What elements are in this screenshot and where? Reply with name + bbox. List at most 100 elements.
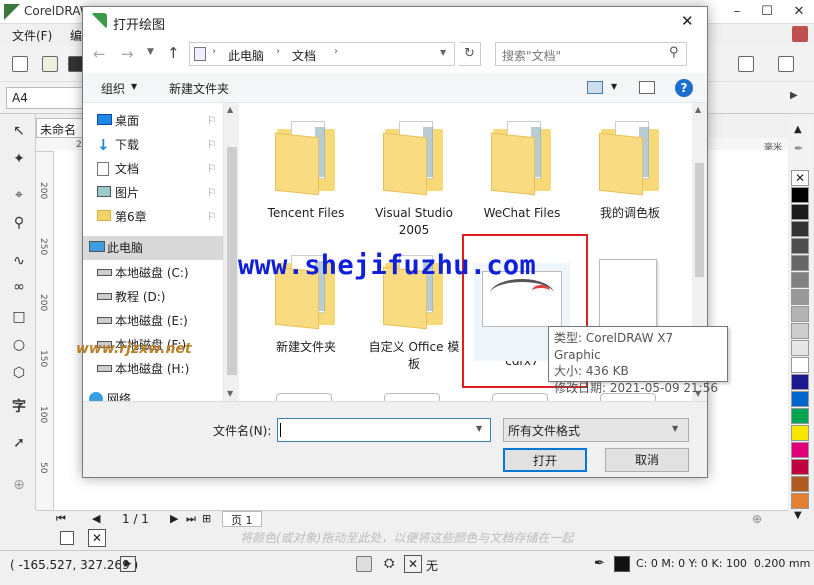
file-scroll-thumb[interactable] <box>695 163 704 277</box>
palette-eyedropper-icon[interactable]: ✒ <box>794 142 803 155</box>
palette-swatch[interactable] <box>791 357 809 373</box>
filename-dropdown-icon[interactable]: ▼ <box>476 424 482 433</box>
nav-item[interactable]: 本地磁盘 (C:) <box>83 261 223 285</box>
app-close-button[interactable]: ✕ <box>784 2 814 22</box>
page-tab[interactable]: 页 1 <box>222 511 262 527</box>
file-scroll-up-icon[interactable]: ▲ <box>695 105 701 114</box>
artistic-media-icon[interactable]: ∞ <box>8 276 30 298</box>
organize-dropdown-icon[interactable]: ▼ <box>131 82 137 91</box>
nav-scrollbar[interactable]: ▲ ▼ <box>223 103 239 401</box>
crop-tool-icon[interactable]: ⌖ <box>8 184 30 206</box>
zoom-fit-icon[interactable]: ⊕ <box>752 512 762 526</box>
propbar-overflow-icon[interactable]: ▶ <box>790 90 798 101</box>
palette-swatch[interactable] <box>791 459 809 475</box>
open-document-icon[interactable] <box>42 56 58 72</box>
nav-item[interactable]: 本地磁盘 (E:) <box>83 309 223 333</box>
file-item[interactable]: Tencent Files <box>256 121 356 222</box>
dimension-tool-icon[interactable]: ➚ <box>8 432 30 454</box>
zoom-tool-icon[interactable]: ⚲ <box>8 212 30 234</box>
scroll-down-icon[interactable]: ▼ <box>227 389 233 398</box>
shape-tool-icon[interactable]: ✦ <box>8 148 30 170</box>
view-dropdown-icon[interactable]: ▼ <box>611 82 617 91</box>
help-icon[interactable]: ? <box>675 79 693 97</box>
page-size-select[interactable]: A4 <box>6 87 86 109</box>
palette-swatch[interactable] <box>791 255 809 271</box>
status-expand-icon[interactable]: ▶ <box>120 556 136 572</box>
file-item[interactable]: Visual Studio 2005 <box>364 121 464 239</box>
palette-swatch[interactable] <box>791 442 809 458</box>
pin-icon[interactable]: ⚐ <box>207 109 217 133</box>
first-page-icon[interactable]: ⏮ <box>56 512 66 526</box>
nav-item[interactable]: 第6章 ⚐ <box>83 205 223 229</box>
nav-item[interactable]: 文档 ⚐ <box>83 157 223 181</box>
breadcrumb-documents[interactable]: 文档 <box>292 47 316 64</box>
last-page-icon[interactable]: ⏭ <box>186 512 196 526</box>
cancel-button[interactable]: 取消 <box>605 448 689 472</box>
palette-swatch[interactable] <box>791 221 809 237</box>
rectangle-tool-icon[interactable]: □ <box>8 306 30 328</box>
palette-swatch[interactable] <box>791 374 809 390</box>
refresh-icon[interactable]: ↻ <box>459 42 481 66</box>
view-mode-icon[interactable] <box>587 81 603 94</box>
add-page-icon[interactable]: ⊞ <box>202 512 211 525</box>
text-tool-icon[interactable]: 字 <box>8 396 30 418</box>
add-tool-icon[interactable]: ⊕ <box>8 474 30 496</box>
pick-tool-icon[interactable]: ↖ <box>8 120 30 142</box>
minimize-button[interactable]: – <box>722 2 752 22</box>
file-item[interactable]: 我的调色板 <box>580 121 680 222</box>
forward-arrow-icon[interactable]: → <box>121 45 134 63</box>
options-icon[interactable] <box>778 56 794 72</box>
nav-item[interactable]: 本地磁盘 (H:) <box>83 357 223 381</box>
search-input[interactable]: 搜索"文档" <box>495 42 687 66</box>
up-folder-icon[interactable]: ↑ <box>167 44 180 62</box>
address-bar[interactable]: › 此电脑 › 文档 › ▼ <box>189 42 455 66</box>
new-folder-button[interactable]: 新建文件夹 <box>169 80 229 97</box>
recent-locations-icon[interactable]: ▼ <box>147 47 154 57</box>
back-arrow-icon[interactable]: ← <box>93 45 106 63</box>
none-fill-icon[interactable]: ✕ <box>88 529 106 547</box>
dialog-close-button[interactable]: ✕ <box>681 12 694 30</box>
pin-icon[interactable]: ⚐ <box>207 133 217 157</box>
palette-swatch[interactable] <box>791 476 809 492</box>
palette-swatch[interactable] <box>791 238 809 254</box>
filetype-dropdown-icon[interactable]: ▼ <box>672 424 678 433</box>
palette-scroll-up-icon[interactable]: ▲ <box>794 124 802 135</box>
preview-pane-icon[interactable] <box>639 81 655 94</box>
freehand-tool-icon[interactable]: ∿ <box>8 250 30 272</box>
menu-file[interactable]: 文件(F) <box>12 27 52 44</box>
nav-item[interactable]: 教程 (D:) <box>83 285 223 309</box>
nav-item[interactable]: ↓ 下载 ⚐ <box>83 133 223 157</box>
nav-item[interactable]: 桌面 ⚐ <box>83 109 223 133</box>
file-item[interactable]: WeChat Files <box>472 121 572 222</box>
breadcrumb-this-pc[interactable]: 此电脑 <box>228 47 264 64</box>
document-tab[interactable]: 未命名 <box>36 118 86 138</box>
palette-swatch[interactable] <box>791 204 809 220</box>
scroll-up-icon[interactable]: ▲ <box>227 105 233 114</box>
organize-button[interactable]: 组织 <box>101 80 125 97</box>
palette-scroll-down-icon[interactable]: ▼ <box>794 510 802 521</box>
user-icon[interactable] <box>792 26 808 42</box>
scroll-thumb[interactable] <box>227 147 237 375</box>
palette-swatch[interactable] <box>791 187 809 203</box>
pin-icon[interactable]: ⚐ <box>207 205 217 229</box>
application-launcher-icon[interactable] <box>738 56 754 72</box>
prev-page-icon[interactable]: ◀ <box>92 512 100 525</box>
pin-icon[interactable]: ⚐ <box>207 157 217 181</box>
filename-input[interactable]: ▼ <box>277 418 491 442</box>
palette-swatch[interactable] <box>791 391 809 407</box>
palette-swatch[interactable] <box>791 408 809 424</box>
palette-swatch[interactable] <box>791 493 809 509</box>
no-fill-swatch[interactable]: ✕ <box>791 170 809 186</box>
menu-edit[interactable]: 编 <box>70 27 82 44</box>
filetype-select[interactable]: 所有文件格式 ▼ <box>503 418 689 442</box>
nav-item[interactable]: 此电脑 <box>83 236 223 260</box>
palette-swatch[interactable] <box>791 323 809 339</box>
pin-icon[interactable]: ⚐ <box>207 181 217 205</box>
no-color-swatch[interactable] <box>60 531 74 545</box>
palette-swatch[interactable] <box>791 306 809 322</box>
polygon-tool-icon[interactable]: ⬡ <box>8 362 30 384</box>
new-document-icon[interactable] <box>12 56 28 72</box>
next-page-icon[interactable]: ▶ <box>170 512 178 525</box>
palette-swatch[interactable] <box>791 289 809 305</box>
palette-swatch[interactable] <box>791 425 809 441</box>
